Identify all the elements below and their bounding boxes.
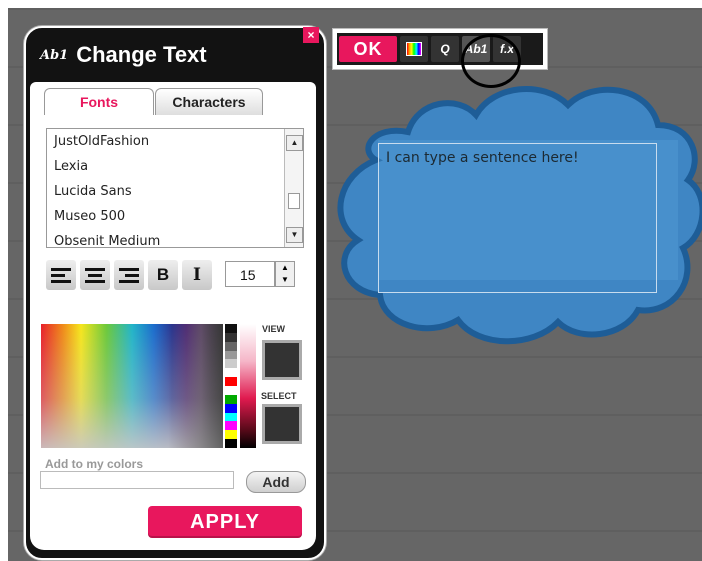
palette-swatch[interactable] bbox=[225, 430, 237, 440]
font-size-stepper[interactable]: ▲ ▼ bbox=[275, 261, 295, 287]
shape-icon: Q bbox=[440, 42, 450, 56]
format-toolbar: B I bbox=[46, 260, 212, 290]
color-palette[interactable] bbox=[225, 324, 237, 449]
dialog-title-row: Ab1 Change Text bbox=[40, 40, 207, 70]
palette-swatch[interactable] bbox=[225, 350, 237, 360]
scroll-thumb[interactable] bbox=[288, 193, 300, 209]
brightness-slider[interactable] bbox=[240, 324, 256, 448]
align-right-icon bbox=[119, 267, 139, 283]
align-center-icon bbox=[85, 267, 105, 283]
apply-button[interactable]: APPLY bbox=[148, 506, 302, 538]
align-left-icon bbox=[51, 267, 71, 283]
ok-button[interactable]: OK bbox=[339, 36, 397, 62]
tab-characters[interactable]: Characters bbox=[155, 88, 263, 115]
add-color-button[interactable]: Add bbox=[246, 471, 306, 493]
palette-swatch[interactable] bbox=[225, 332, 237, 342]
color-swatch-icon bbox=[406, 42, 422, 56]
palette-swatch[interactable] bbox=[225, 403, 237, 413]
align-center-button[interactable] bbox=[80, 260, 110, 290]
align-right-button[interactable] bbox=[114, 260, 144, 290]
view-color-preview bbox=[262, 340, 302, 380]
close-button[interactable]: × bbox=[303, 27, 319, 43]
select-color-preview[interactable] bbox=[262, 404, 302, 444]
shape-button[interactable]: Q bbox=[431, 36, 459, 62]
palette-swatch[interactable] bbox=[225, 324, 237, 333]
text-style-icon: Ab1 bbox=[40, 47, 69, 63]
scroll-down-icon[interactable]: ▼ bbox=[286, 227, 303, 243]
textbox-text: I can type a sentence here! bbox=[386, 150, 579, 166]
font-list-item[interactable]: Museo 500 bbox=[47, 204, 303, 229]
view-label: VIEW bbox=[262, 324, 286, 334]
palette-swatch[interactable] bbox=[225, 394, 237, 404]
font-list-item[interactable]: Lexia bbox=[47, 154, 303, 179]
palette-swatch[interactable] bbox=[225, 412, 237, 422]
palette-swatch[interactable] bbox=[225, 439, 237, 449]
text-entry-box[interactable]: I can type a sentence here! bbox=[378, 143, 657, 293]
palette-swatch[interactable] bbox=[225, 341, 237, 351]
font-size-field[interactable]: 15 bbox=[225, 261, 275, 287]
select-label: SELECT bbox=[261, 391, 297, 401]
font-list-item[interactable]: Obsenit Medium bbox=[47, 229, 303, 247]
palette-swatch[interactable] bbox=[225, 377, 237, 387]
font-list-scrollbar[interactable]: ▲ ▼ bbox=[284, 129, 303, 247]
color-swatch-button[interactable] bbox=[400, 36, 428, 62]
palette-swatch[interactable] bbox=[225, 386, 237, 395]
color-spectrum-shade bbox=[41, 324, 223, 448]
palette-swatch[interactable] bbox=[225, 368, 237, 378]
font-list-item[interactable]: Lucida Sans bbox=[47, 179, 303, 204]
font-list-item[interactable]: JustOldFashion bbox=[47, 129, 303, 154]
dialog-title: Change Text bbox=[76, 42, 207, 67]
palette-swatch[interactable] bbox=[225, 421, 237, 431]
align-left-button[interactable] bbox=[46, 260, 76, 290]
palette-swatch[interactable] bbox=[225, 359, 237, 369]
tab-fonts[interactable]: Fonts bbox=[44, 88, 154, 115]
add-colors-label: Add to my colors bbox=[45, 457, 144, 471]
font-list[interactable]: JustOldFashion Lexia Lucida Sans Museo 5… bbox=[46, 128, 304, 248]
scroll-up-icon[interactable]: ▲ bbox=[286, 135, 303, 151]
highlight-circle-annotation bbox=[461, 34, 521, 88]
add-color-input[interactable] bbox=[40, 471, 234, 489]
bold-button[interactable]: B bbox=[148, 260, 178, 290]
italic-button[interactable]: I bbox=[182, 260, 212, 290]
